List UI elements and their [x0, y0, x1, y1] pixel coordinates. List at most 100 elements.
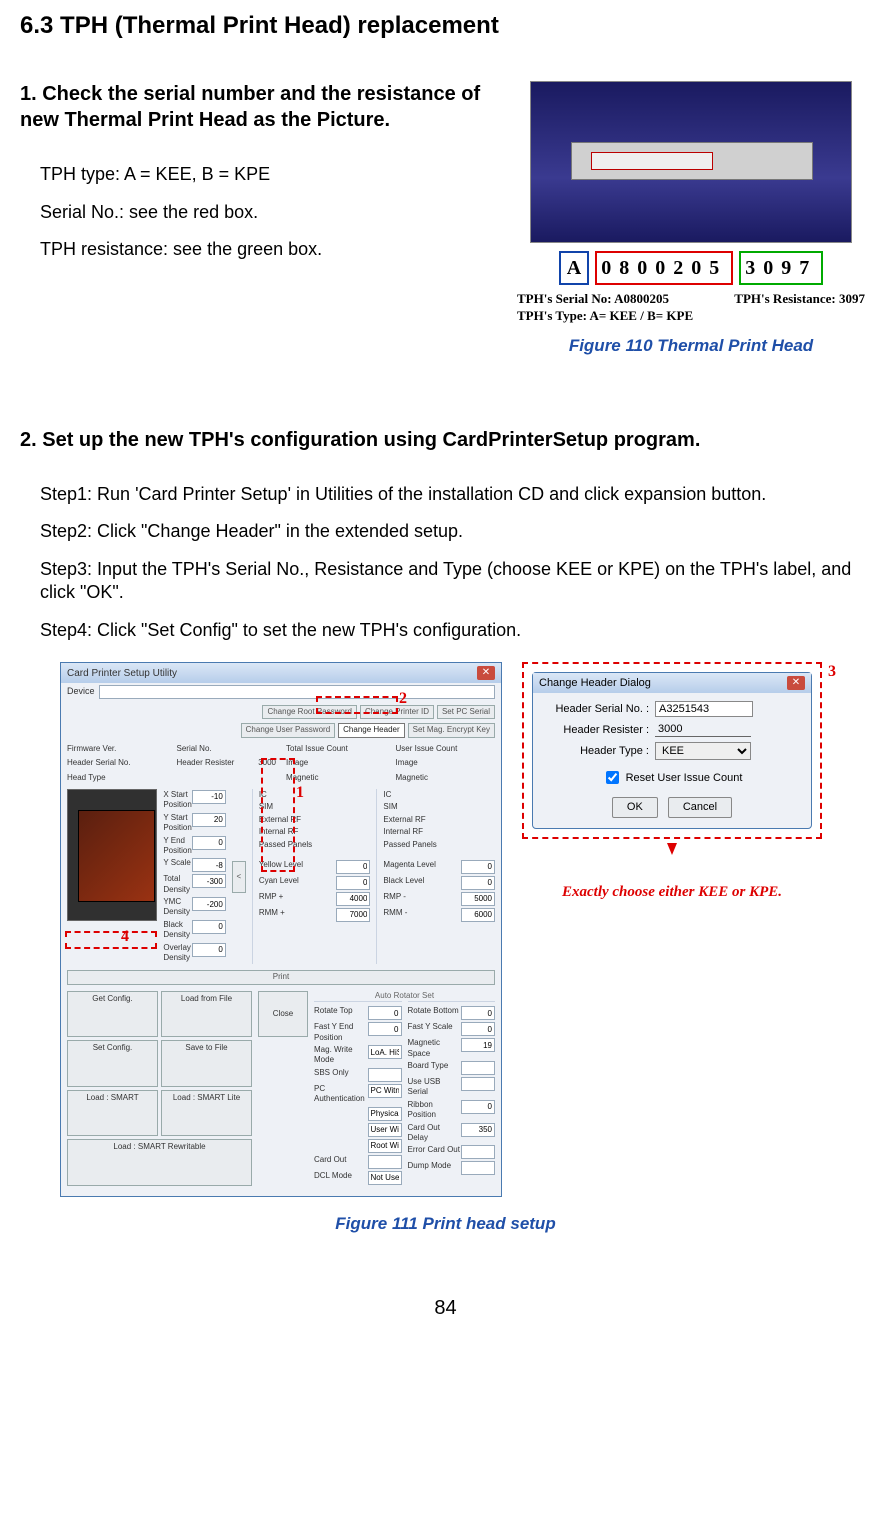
param-input[interactable]	[461, 1161, 495, 1175]
callout-2: 2	[399, 689, 407, 710]
dlg-type-select[interactable]: KEE KPE	[655, 742, 751, 760]
change-printer-id-button[interactable]: Change Printer ID	[360, 705, 434, 719]
param-input[interactable]	[461, 1038, 495, 1052]
param-input[interactable]	[461, 1123, 495, 1137]
load-smart-rewritable-button[interactable]: Load : SMART Rewritable	[67, 1139, 252, 1185]
magnetic-label-a: Magnetic	[286, 773, 318, 783]
param-label: Mag. Write Mode	[314, 1045, 368, 1066]
header-resist-val: 3000	[258, 758, 276, 768]
param-input[interactable]	[192, 920, 226, 934]
param-row: Fast Y End Position	[314, 1021, 402, 1044]
param-input[interactable]	[368, 1022, 402, 1036]
param-input[interactable]	[336, 860, 370, 874]
param-row	[314, 1138, 402, 1154]
param-input[interactable]	[368, 1155, 402, 1169]
param-label: Card Out Delay	[408, 1123, 462, 1144]
head-type-label: Head Type	[67, 773, 106, 783]
set-mag-key-button[interactable]: Set Mag. Encrypt Key	[408, 723, 495, 737]
serialno-label: Serial No.	[177, 744, 212, 754]
load-smart-button[interactable]: Load : SMART	[67, 1090, 158, 1136]
param-input[interactable]	[368, 1107, 402, 1121]
param-input[interactable]	[192, 874, 226, 888]
load-smart-lite-button[interactable]: Load : SMART Lite	[161, 1090, 252, 1136]
ic-b: IC	[383, 789, 495, 801]
dlg-serial-input[interactable]	[655, 701, 753, 717]
param-row: YMC Density	[163, 896, 225, 919]
param-row: Black Density	[163, 919, 225, 942]
param-label: Fast Y Scale	[408, 1022, 453, 1036]
set-pc-serial-button[interactable]: Set PC Serial	[437, 705, 495, 719]
param-input[interactable]	[368, 1068, 402, 1082]
header-resist-label: Header Resister	[177, 758, 235, 768]
param-input[interactable]	[461, 1100, 495, 1114]
param-row: Error Card Out	[408, 1144, 496, 1160]
param-row: Magnetic Space	[408, 1037, 496, 1060]
param-row: Y Start Position	[163, 812, 225, 835]
save-to-file-button[interactable]: Save to File	[161, 1040, 252, 1086]
tph-type-line: TPH type: A = KEE, B = KPE	[20, 163, 491, 186]
param-row: Board Type	[408, 1060, 496, 1076]
param-row: Y Scale	[163, 857, 225, 873]
step2-sub2: Step2: Click "Change Header" in the exte…	[20, 520, 871, 543]
change-header-dialog: Change Header Dialog ✕ Header Serial No.…	[532, 672, 812, 829]
load-from-file-button[interactable]: Load from File	[161, 991, 252, 1037]
param-input[interactable]	[461, 892, 495, 906]
dlg-ok-button[interactable]: OK	[612, 797, 658, 817]
param-label: X Start Position	[163, 790, 191, 811]
param-input[interactable]	[192, 790, 226, 804]
close-button[interactable]: Close	[258, 991, 308, 1037]
card-preview	[67, 789, 157, 921]
step1-heading: 1. Check the serial number and the resis…	[20, 81, 491, 133]
param-input[interactable]	[336, 892, 370, 906]
param-input[interactable]	[368, 1139, 402, 1153]
param-input[interactable]	[368, 1006, 402, 1020]
param-input[interactable]	[461, 1077, 495, 1091]
param-label: Fast Y End Position	[314, 1022, 368, 1043]
expand-button[interactable]: <	[232, 861, 246, 893]
arrow-down-icon	[667, 843, 677, 855]
param-input[interactable]	[461, 860, 495, 874]
extrf-b: External RF	[383, 814, 495, 826]
param-input[interactable]	[368, 1045, 402, 1059]
param-input[interactable]	[336, 876, 370, 890]
param-input[interactable]	[192, 858, 226, 872]
sim-a: SIM	[259, 801, 371, 813]
param-input[interactable]	[461, 1022, 495, 1036]
dlg-cancel-button[interactable]: Cancel	[668, 797, 732, 817]
legend-serial: TPH's Serial No: A0800205	[517, 291, 669, 308]
param-row: Card Out Delay	[408, 1122, 496, 1145]
param-input[interactable]	[461, 1006, 495, 1020]
param-row: DCL Mode	[314, 1170, 402, 1186]
print-button[interactable]: Print	[67, 970, 495, 984]
device-select[interactable]	[99, 685, 495, 699]
param-input[interactable]	[192, 943, 226, 957]
param-input[interactable]	[336, 908, 370, 922]
param-label: Cyan Level	[259, 876, 299, 890]
change-root-pw-button[interactable]: Change Root Password	[262, 705, 357, 719]
param-row: Ribbon Position	[408, 1099, 496, 1122]
get-config-button[interactable]: Get Config.	[67, 991, 158, 1037]
param-label: Ribbon Position	[408, 1100, 462, 1121]
window-close-icon[interactable]: ✕	[477, 666, 495, 680]
param-row: RMM +	[259, 907, 371, 923]
param-input[interactable]	[192, 813, 226, 827]
param-input[interactable]	[368, 1171, 402, 1185]
param-label: DCL Mode	[314, 1171, 352, 1185]
param-input[interactable]	[192, 836, 226, 850]
param-input[interactable]	[368, 1123, 402, 1137]
param-input[interactable]	[461, 908, 495, 922]
param-input[interactable]	[368, 1084, 402, 1098]
step2-heading: 2. Set up the new TPH's configuration us…	[20, 427, 871, 453]
dlg-reset-checkbox[interactable]	[606, 771, 619, 784]
dialog-close-icon[interactable]: ✕	[787, 676, 805, 690]
change-user-pw-button[interactable]: Change User Password	[241, 723, 335, 737]
param-input[interactable]	[461, 1145, 495, 1159]
firmware-label: Firmware Ver.	[67, 744, 116, 754]
ic-a: IC	[259, 789, 371, 801]
param-input[interactable]	[461, 1061, 495, 1075]
param-input[interactable]	[461, 876, 495, 890]
dlg-resist-input[interactable]	[655, 722, 751, 737]
set-config-button[interactable]: Set Config.	[67, 1040, 158, 1086]
param-input[interactable]	[192, 897, 226, 911]
change-header-button[interactable]: Change Header	[338, 723, 404, 737]
